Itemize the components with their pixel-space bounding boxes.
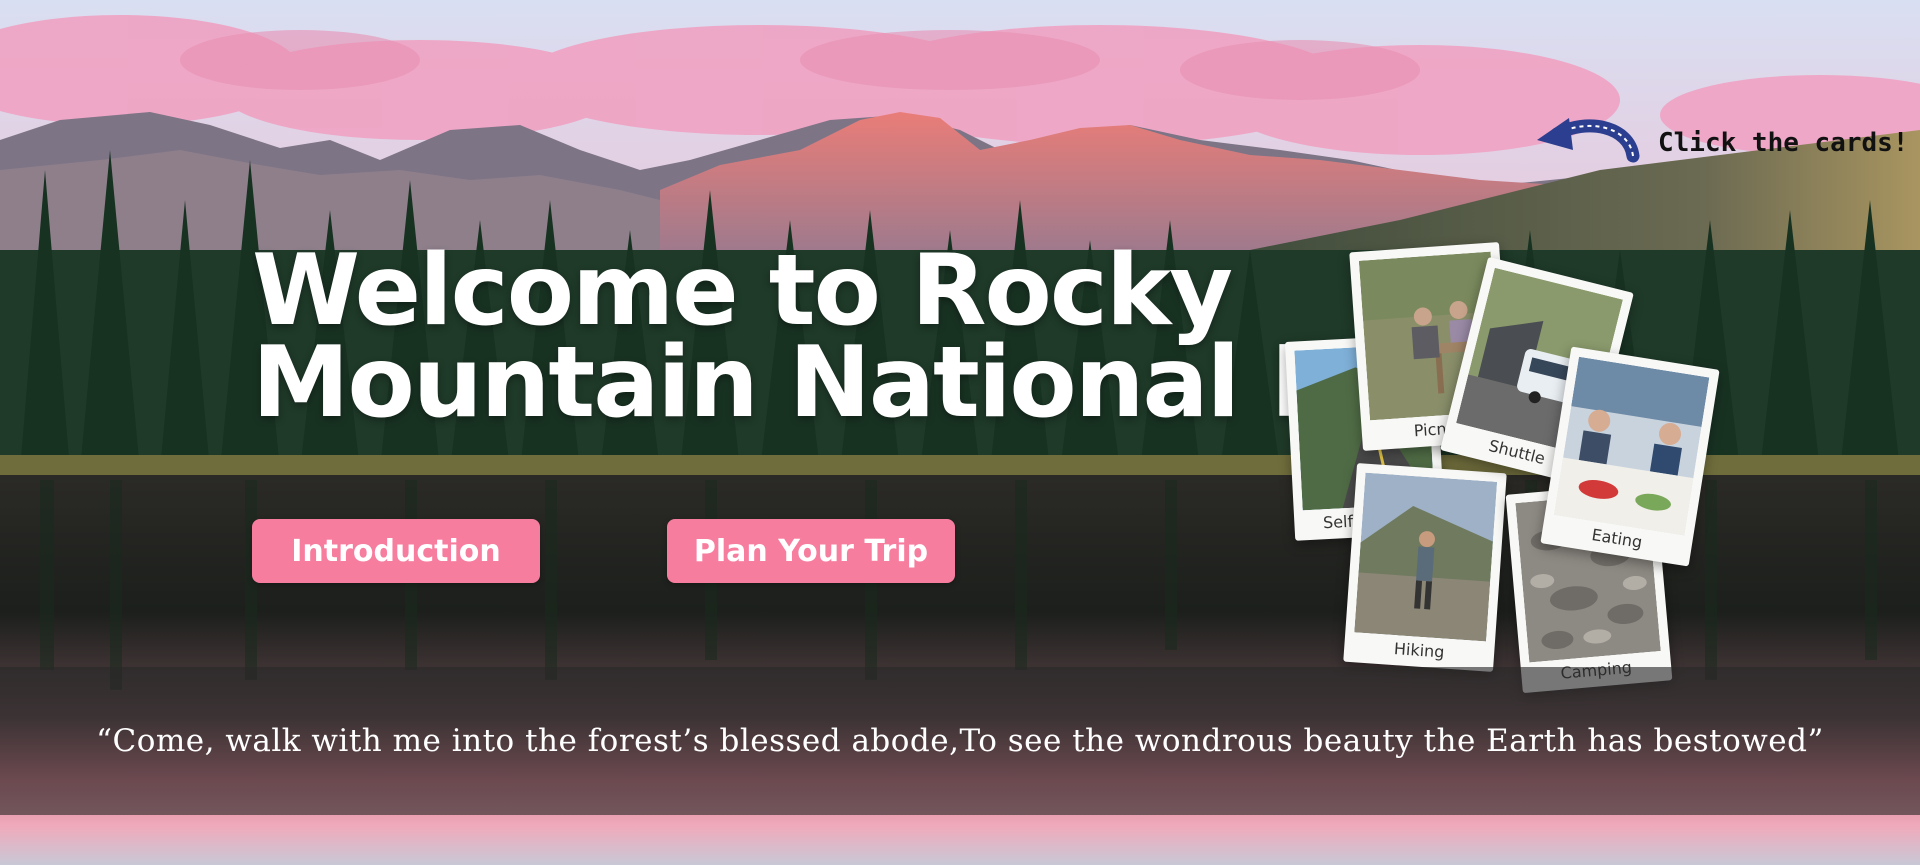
title-line-2: Mountain National Park [252,326,1292,429]
eating-photo [1553,356,1710,536]
hero-section: Welcome to Rocky Mountain National Park … [0,0,1920,865]
introduction-button[interactable]: Introduction [252,519,540,583]
card-eating[interactable]: Eating [1540,346,1720,567]
title-line-1: Welcome to Rocky [252,245,1233,348]
curved-arrow-icon [1537,118,1640,163]
hint-text: Click the cards! [1658,128,1909,158]
quote-text: “Come, walk with me into the forest’s bl… [96,723,1824,759]
cards-hint: Click the cards! [1535,110,1915,170]
card-hiking[interactable]: Hiking [1343,463,1507,672]
plan-your-trip-button[interactable]: Plan Your Trip [667,519,955,583]
page-title: Welcome to Rocky Mountain National Park [252,245,1292,429]
hiking-photo [1354,472,1498,642]
quote-banner: “Come, walk with me into the forest’s bl… [0,667,1920,815]
